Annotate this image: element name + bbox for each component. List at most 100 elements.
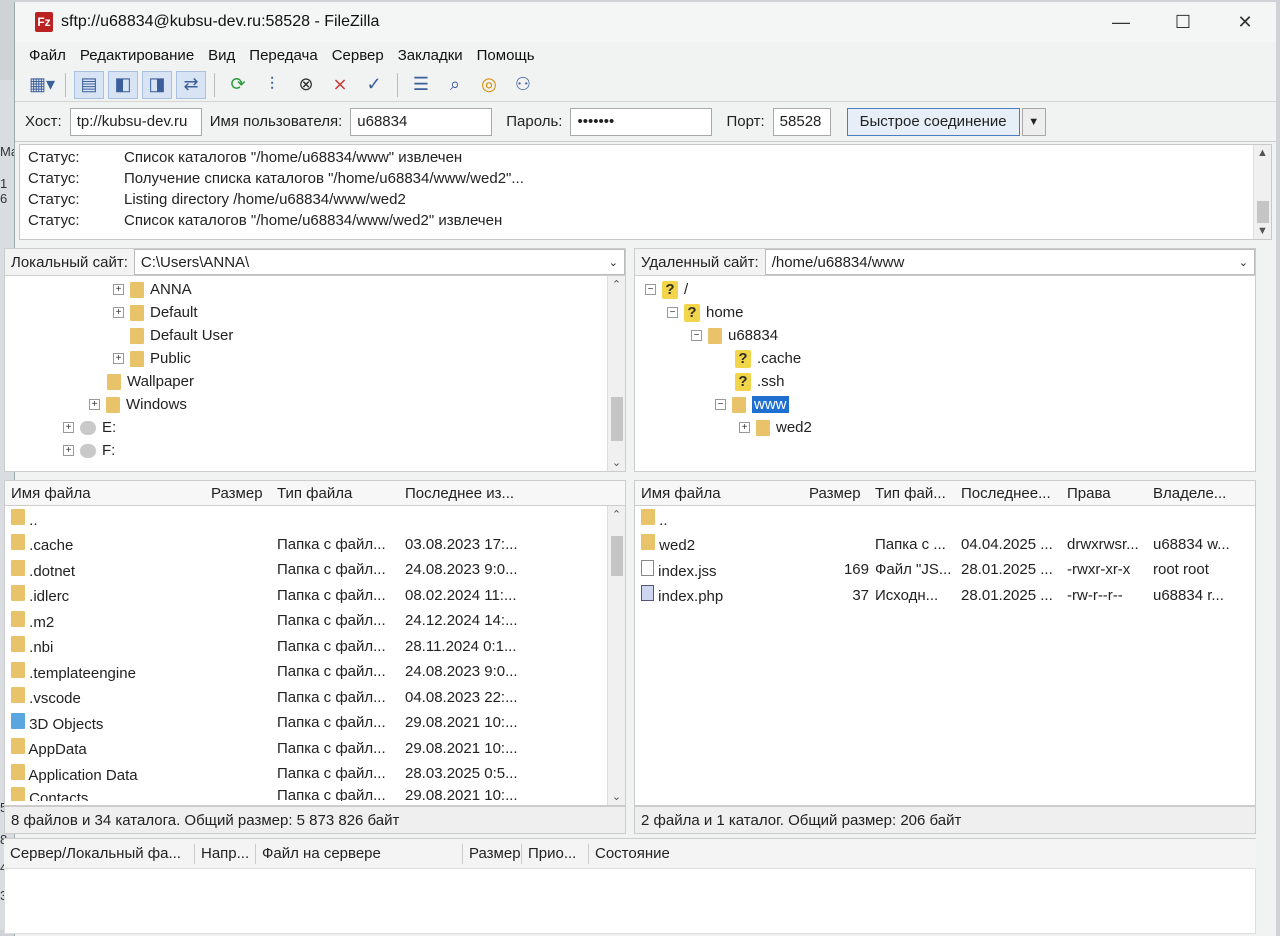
tree-node-default[interactable]: + Default xyxy=(5,301,625,324)
expand-icon[interactable]: + xyxy=(113,307,124,318)
list-item[interactable]: wed2 Папка с ... 04.04.2025 ... drwxrwsr...… xyxy=(635,532,1255,558)
queue-col-server-local[interactable]: Сервер/Локальный фа... xyxy=(4,845,194,862)
list-item[interactable]: .templateengine Папка с файл... 24.08.2023… xyxy=(5,659,625,685)
quickconnect-dropdown-icon[interactable]: ▼ xyxy=(1021,107,1046,136)
list-item[interactable]: .. xyxy=(5,506,625,532)
list-item[interactable]: .m2 Папка с файл... 24.12.2024 14:... xyxy=(5,608,625,634)
column-filename[interactable]: Имя файла xyxy=(635,485,803,502)
tree-node-anna[interactable]: + ANNA xyxy=(5,278,625,301)
scroll-thumb[interactable] xyxy=(610,535,623,576)
list-item[interactable]: .dotnet Папка с файл... 24.08.2023 9:0... xyxy=(5,557,625,583)
scroll-down-icon[interactable]: ⌄ xyxy=(612,456,621,469)
minimize-button[interactable]: — xyxy=(1090,12,1152,33)
disconnect-icon[interactable]: ⨯ xyxy=(325,71,355,99)
expand-icon[interactable]: + xyxy=(63,422,74,433)
directory-filter-icon[interactable]: ☰ xyxy=(406,71,436,99)
port-input[interactable]: 58528 xyxy=(772,107,831,136)
menu-help[interactable]: Помощь xyxy=(477,47,535,64)
username-input[interactable]: u68834 xyxy=(350,107,493,136)
column-modified[interactable]: Последнее... xyxy=(955,485,1061,502)
toggle-remote-tree-icon[interactable]: ◨ xyxy=(142,70,172,99)
maximize-button[interactable]: ☐ xyxy=(1152,12,1214,33)
menu-file[interactable]: Файл xyxy=(29,47,66,64)
tree-node-home[interactable]: −? home xyxy=(635,301,1255,324)
list-item[interactable]: Contacts Папка с файл... 29.08.2021 10:... xyxy=(5,786,625,801)
scroll-thumb[interactable] xyxy=(1256,201,1269,223)
tree-node-default-user[interactable]: Default User xyxy=(5,324,625,347)
close-button[interactable]: ✕ xyxy=(1214,12,1276,33)
queue-col-direction[interactable]: Напр... xyxy=(195,845,255,862)
tree-node-root[interactable]: −? / xyxy=(635,278,1255,301)
list-item[interactable]: .idlerc Папка с файл... 08.02.2024 11:... xyxy=(5,583,625,609)
column-size[interactable]: Размер xyxy=(205,485,271,502)
column-modified[interactable]: Последнее из... xyxy=(399,485,599,502)
list-item[interactable]: .. xyxy=(635,506,1255,532)
scroll-thumb[interactable] xyxy=(610,396,623,441)
queue-col-priority[interactable]: Прио... xyxy=(522,845,588,862)
local-tree-scrollbar[interactable]: ⌃ ⌄ xyxy=(607,276,625,471)
local-list-scrollbar[interactable]: ⌃ ⌄ xyxy=(607,506,625,805)
list-item[interactable]: .vscode Папка с файл... 04.08.2023 22:... xyxy=(5,685,625,711)
toggle-log-icon[interactable]: ▤ xyxy=(74,70,104,99)
log-scrollbar[interactable]: ▲ ▼ xyxy=(1253,145,1271,239)
list-item[interactable]: AppData Папка с файл... 29.08.2021 10:... xyxy=(5,736,625,762)
reconnect-icon[interactable]: ✓ xyxy=(359,71,389,99)
expand-icon[interactable]: + xyxy=(63,445,74,456)
scroll-up-icon[interactable]: ▲ xyxy=(1257,147,1268,159)
menu-transfer[interactable]: Передача xyxy=(249,47,317,64)
expand-icon[interactable]: + xyxy=(113,284,124,295)
scroll-up-icon[interactable]: ⌃ xyxy=(612,508,621,521)
list-item[interactable]: index.jss 169 Файл "JS... 28.01.2025 ... -rw… xyxy=(635,557,1255,583)
tree-node-ssh[interactable]: ? .ssh xyxy=(635,370,1255,393)
menu-server[interactable]: Сервер xyxy=(332,47,384,64)
column-filename[interactable]: Имя файла xyxy=(5,485,205,502)
list-item[interactable]: Application Data Папка с файл... 28.03.202… xyxy=(5,761,625,787)
column-type[interactable]: Тип фай... xyxy=(869,485,955,502)
tree-node-drive-e[interactable]: + E: xyxy=(5,416,625,439)
tree-node-www[interactable]: − www xyxy=(635,393,1255,416)
expand-icon[interactable]: + xyxy=(113,353,124,364)
tree-node-public[interactable]: + Public xyxy=(5,347,625,370)
tree-node-windows[interactable]: + Windows xyxy=(5,393,625,416)
collapse-icon[interactable]: − xyxy=(715,399,726,410)
search-files-icon[interactable]: ⚇ xyxy=(508,71,538,99)
collapse-icon[interactable]: − xyxy=(691,330,702,341)
list-item[interactable]: .nbi Папка с файл... 28.11.2024 0:1... xyxy=(5,634,625,660)
tree-node-cache[interactable]: ? .cache xyxy=(635,347,1255,370)
toggle-queue-icon[interactable]: ⇄ xyxy=(176,70,206,99)
refresh-icon[interactable]: ⟳ xyxy=(223,71,253,99)
queue-col-status[interactable]: Состояние xyxy=(589,845,749,862)
process-queue-icon[interactable]: ⫶ xyxy=(257,71,287,99)
collapse-icon[interactable]: − xyxy=(645,284,656,295)
expand-icon[interactable]: + xyxy=(89,399,100,410)
tree-node-u68834[interactable]: − u68834 xyxy=(635,324,1255,347)
chevron-down-icon[interactable]: ⌄ xyxy=(1239,256,1248,269)
scroll-down-icon[interactable]: ⌄ xyxy=(612,790,621,803)
tree-node-drive-f[interactable]: + F: xyxy=(5,439,625,462)
local-path-input[interactable]: C:\Users\ANNA\ ⌄ xyxy=(133,249,625,275)
quickconnect-button[interactable]: Быстрое соединение xyxy=(846,107,1020,136)
list-item[interactable]: index.php 37 Исходн... 28.01.2025 ... -rw-r-… xyxy=(635,583,1255,609)
host-input[interactable]: tp://kubsu-dev.ru xyxy=(69,107,202,136)
queue-col-remote-file[interactable]: Файл на сервере xyxy=(256,845,462,862)
menu-edit[interactable]: Редактирование xyxy=(80,47,194,64)
scroll-up-icon[interactable]: ⌃ xyxy=(612,278,621,291)
column-type[interactable]: Тип файла xyxy=(271,485,399,502)
column-owner[interactable]: Владеле... xyxy=(1147,485,1237,502)
sync-browsing-icon[interactable]: ⌕ xyxy=(440,71,470,99)
compare-icon[interactable]: ◎ xyxy=(474,71,504,99)
list-item[interactable]: 3D Objects Папка с файл... 29.08.2021 10:.… xyxy=(5,710,625,736)
chevron-down-icon[interactable]: ⌄ xyxy=(609,256,618,269)
collapse-icon[interactable]: − xyxy=(667,307,678,318)
remote-path-input[interactable]: /home/u68834/www ⌄ xyxy=(764,249,1255,275)
column-size[interactable]: Размер xyxy=(803,485,869,502)
column-permissions[interactable]: Права xyxy=(1061,485,1147,502)
menu-view[interactable]: Вид xyxy=(208,47,235,64)
expand-icon[interactable]: + xyxy=(739,422,750,433)
toggle-local-tree-icon[interactable]: ◧ xyxy=(108,70,138,99)
tree-node-wallpaper[interactable]: Wallpaper xyxy=(5,370,625,393)
site-manager-icon[interactable]: ▦▾ xyxy=(27,71,57,99)
queue-col-size[interactable]: Размер xyxy=(463,845,521,862)
tree-node-wed2[interactable]: + wed2 xyxy=(635,416,1255,439)
scroll-down-icon[interactable]: ▼ xyxy=(1257,225,1268,237)
